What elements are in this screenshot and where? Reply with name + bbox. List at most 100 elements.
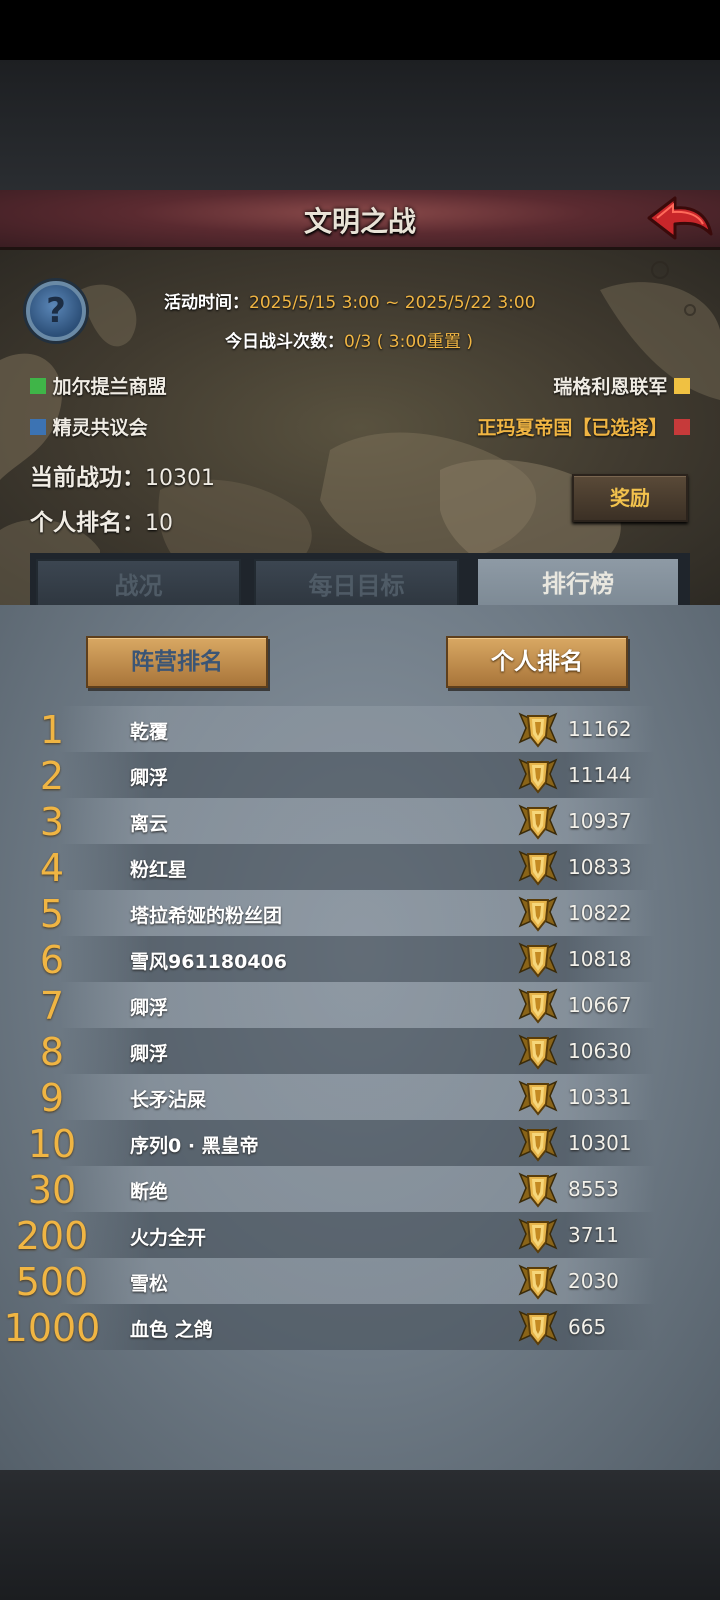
merit-score: 11162 bbox=[568, 717, 632, 741]
daily-battles: 今日战斗次数：0/3 ( 3:00重置 ) bbox=[225, 327, 473, 352]
player-name: 雪风961180406 bbox=[130, 951, 287, 973]
help-button[interactable]: ? bbox=[26, 281, 86, 341]
leaderboard-row: 3 离云 10937 bbox=[0, 798, 720, 844]
leaderboard-row: 30 断绝 8553 bbox=[0, 1166, 720, 1212]
rank-number: 9 bbox=[39, 1076, 65, 1120]
current-merit-value: 10301 bbox=[145, 466, 215, 491]
question-mark-icon: ? bbox=[46, 291, 66, 331]
faction-name: 瑞格利恩联军 bbox=[553, 376, 668, 398]
gold-shield-medal-icon bbox=[516, 892, 560, 934]
leaderboard-row: 1 乾覆 11162 bbox=[0, 706, 720, 752]
faction-galtiran: 加尔提兰商盟 bbox=[30, 372, 167, 399]
player-name: 卿浮 bbox=[130, 767, 169, 789]
merit-score: 10630 bbox=[568, 1039, 632, 1063]
gold-shield-medal-icon bbox=[516, 1076, 560, 1118]
player-name: 卿浮 bbox=[130, 1043, 169, 1065]
player-name: 离云 bbox=[130, 813, 169, 835]
leaderboard-row: 500 雪松 2030 bbox=[0, 1258, 720, 1304]
player-name: 卿浮 bbox=[130, 997, 169, 1019]
player-name: 乾覆 bbox=[130, 721, 169, 743]
faction-regrien: 瑞格利恩联军 bbox=[553, 372, 690, 399]
daily-battles-label: 今日战斗次数： bbox=[225, 332, 344, 352]
personal-rank-value: 10 bbox=[145, 511, 173, 536]
merit-score: 10833 bbox=[568, 855, 632, 879]
gold-shield-medal-icon bbox=[516, 1168, 560, 1210]
player-name: 粉红星 bbox=[130, 859, 188, 881]
leaderboard-row: 8 卿浮 10630 bbox=[0, 1028, 720, 1074]
faction-ranking-button[interactable]: 阵营排名 bbox=[86, 636, 268, 688]
merit-score: 10818 bbox=[568, 947, 632, 971]
leaderboard-row: 6 雪风961180406 10818 bbox=[0, 936, 720, 982]
event-time-label: 活动时间： bbox=[164, 293, 249, 313]
merit-score: 10937 bbox=[568, 809, 632, 833]
gold-shield-medal-icon bbox=[516, 984, 560, 1026]
reward-button[interactable]: 奖励 bbox=[572, 474, 688, 522]
leaderboard-row: 200 火力全开 3711 bbox=[0, 1212, 720, 1258]
rank-number: 30 bbox=[27, 1168, 77, 1212]
rank-number: 6 bbox=[39, 938, 65, 982]
personal-rank: 个人排名：10 bbox=[30, 503, 173, 537]
top-backdrop bbox=[0, 60, 720, 190]
player-name: 雪松 bbox=[130, 1273, 169, 1295]
gold-shield-medal-icon bbox=[516, 1030, 560, 1072]
back-button[interactable] bbox=[645, 194, 715, 246]
event-time: 活动时间：2025/5/15 3:00 ~ 2025/5/22 3:00 bbox=[164, 288, 536, 313]
faction-elf-council: 精灵共议会 bbox=[30, 413, 148, 440]
leaderboard-row: 10 序列0 · 黑皇帝 10301 bbox=[0, 1120, 720, 1166]
leaderboard-row: 9 长矛沾屎 10331 bbox=[0, 1074, 720, 1120]
daily-battles-value: 0/3 ( 3:00重置 ) bbox=[344, 332, 474, 352]
rank-number: 500 bbox=[15, 1260, 89, 1304]
rank-number: 200 bbox=[15, 1214, 89, 1258]
faction-name: 加尔提兰商盟 bbox=[52, 376, 167, 398]
status-bar-area bbox=[0, 0, 720, 60]
title-bar: 文明之战 bbox=[0, 190, 720, 250]
personal-ranking-button[interactable]: 个人排名 bbox=[446, 636, 628, 688]
gold-shield-medal-icon bbox=[516, 846, 560, 888]
faction-name: 精灵共议会 bbox=[52, 417, 148, 439]
gold-shield-medal-icon bbox=[516, 1214, 560, 1256]
leaderboard-row: 4 粉红星 10833 bbox=[0, 844, 720, 890]
faction-color-square bbox=[674, 378, 690, 394]
player-name: 塔拉希娅的粉丝团 bbox=[130, 905, 283, 927]
faction-name: 正玛夏帝国【已选择】 bbox=[477, 417, 668, 439]
rank-number: 8 bbox=[39, 1030, 65, 1074]
leaderboard-list: 1 乾覆 11162 2 卿浮 11144 3 离云 10937 4 粉红星 10833 5 塔拉希娅的粉… bbox=[0, 706, 720, 1350]
rank-number: 3 bbox=[39, 800, 65, 844]
personal-rank-label: 个人排名： bbox=[30, 510, 145, 536]
faction-color-square bbox=[674, 419, 690, 435]
gold-shield-medal-icon bbox=[516, 1260, 560, 1302]
player-name: 断绝 bbox=[130, 1181, 169, 1203]
player-name: 火力全开 bbox=[130, 1227, 207, 1249]
merit-score: 10667 bbox=[568, 993, 632, 1017]
event-time-value: 2025/5/15 3:00 ~ 2025/5/22 3:00 bbox=[249, 293, 536, 313]
player-name: 长矛沾屎 bbox=[130, 1089, 207, 1111]
gold-shield-medal-icon bbox=[516, 1122, 560, 1164]
leaderboard-row: 2 卿浮 11144 bbox=[0, 752, 720, 798]
gold-shield-medal-icon bbox=[516, 754, 560, 796]
merit-score: 2030 bbox=[568, 1269, 619, 1293]
page-title: 文明之战 bbox=[303, 205, 416, 238]
bottom-backdrop bbox=[0, 1470, 720, 1600]
gold-shield-medal-icon bbox=[516, 708, 560, 750]
tab-bar: 战况 每日目标 排行榜 bbox=[30, 553, 690, 615]
faction-color-square bbox=[30, 378, 46, 394]
player-name: 血色 之鸽 bbox=[130, 1319, 213, 1341]
rank-number: 5 bbox=[39, 892, 65, 936]
merit-score: 10822 bbox=[568, 901, 632, 925]
gold-shield-medal-icon bbox=[516, 938, 560, 980]
rank-number: 4 bbox=[39, 846, 65, 890]
rank-number: 1 bbox=[39, 708, 65, 752]
gold-shield-medal-icon bbox=[516, 800, 560, 842]
merit-score: 3711 bbox=[568, 1223, 619, 1247]
rank-number: 10 bbox=[27, 1122, 77, 1166]
merit-score: 10331 bbox=[568, 1085, 632, 1109]
gold-shield-medal-icon bbox=[516, 1306, 560, 1348]
merit-score: 8553 bbox=[568, 1177, 619, 1201]
faction-color-square bbox=[30, 419, 46, 435]
leaderboard-row: 1000 血色 之鸽 665 bbox=[0, 1304, 720, 1350]
merit-score: 10301 bbox=[568, 1131, 632, 1155]
leaderboard-row: 7 卿浮 10667 bbox=[0, 982, 720, 1028]
rank-number: 7 bbox=[39, 984, 65, 1028]
leaderboard-row: 5 塔拉希娅的粉丝团 10822 bbox=[0, 890, 720, 936]
rank-number: 2 bbox=[39, 754, 65, 798]
